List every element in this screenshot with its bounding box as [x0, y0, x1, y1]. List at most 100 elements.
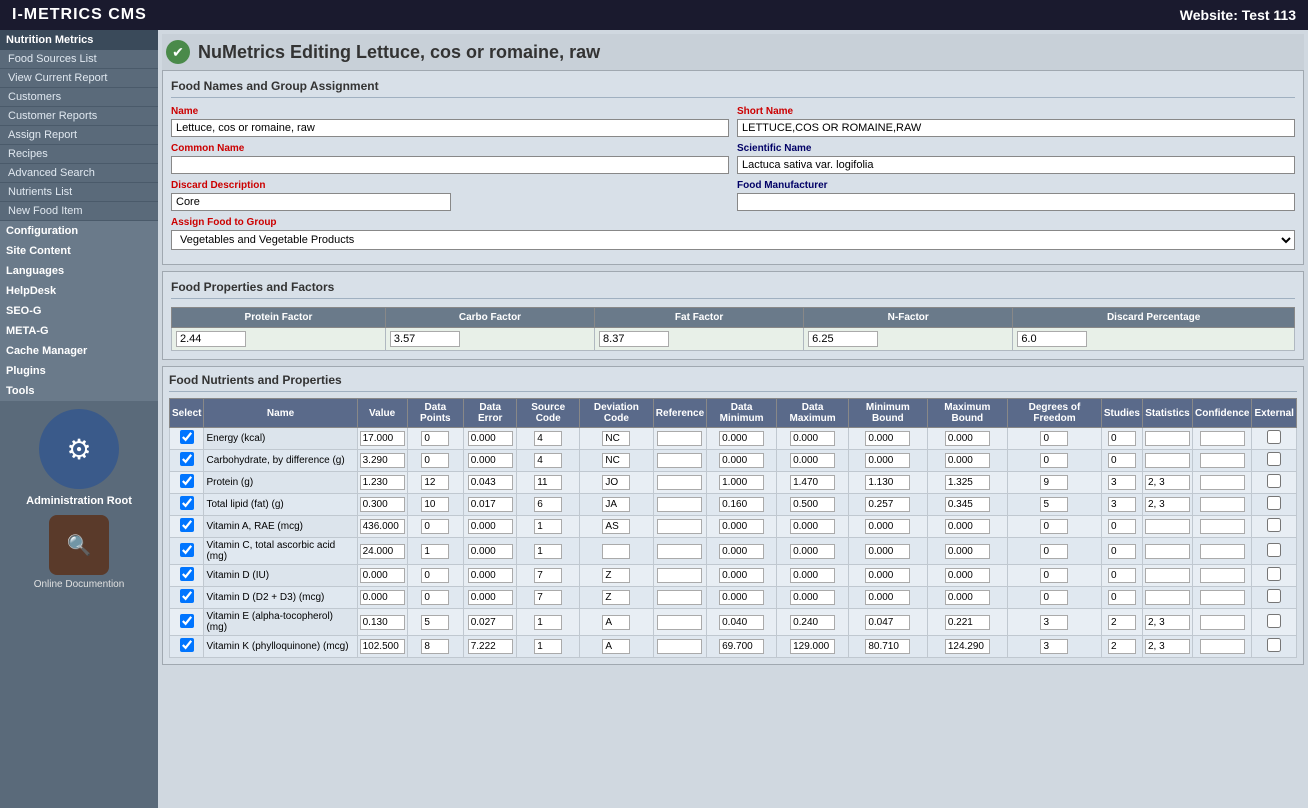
- nutrient-reference[interactable]: [657, 639, 702, 654]
- nutrient-statistics[interactable]: [1145, 453, 1190, 468]
- nutrient-data-max[interactable]: [790, 519, 835, 534]
- nutrient-studies[interactable]: [1108, 639, 1136, 654]
- nutrient-data-min[interactable]: [719, 590, 764, 605]
- nutrient-data-min[interactable]: [719, 475, 764, 490]
- discard-pct-input[interactable]: [1017, 331, 1087, 347]
- sidebar-section-config[interactable]: Configuration: [0, 221, 158, 241]
- row-checkbox[interactable]: [180, 567, 194, 581]
- nutrient-value[interactable]: [360, 453, 405, 468]
- nutrient-studies[interactable]: [1108, 615, 1136, 630]
- nutrient-confidence[interactable]: [1200, 615, 1245, 630]
- nutrient-deviation-code[interactable]: [602, 544, 630, 559]
- nutrient-reference[interactable]: [657, 431, 702, 446]
- assign-group-select[interactable]: Vegetables and Vegetable Products: [171, 230, 1295, 250]
- nutrient-data-error[interactable]: [468, 568, 513, 583]
- sidebar-item-view-report[interactable]: View Current Report: [0, 69, 158, 88]
- nutrient-confidence[interactable]: [1200, 544, 1245, 559]
- nutrient-statistics[interactable]: [1145, 475, 1190, 490]
- nutrient-dof[interactable]: [1040, 519, 1068, 534]
- nutrient-max-bound[interactable]: [945, 519, 990, 534]
- row-checkbox[interactable]: [180, 543, 194, 557]
- nutrient-source-code[interactable]: [534, 568, 562, 583]
- nutrient-external[interactable]: [1267, 543, 1281, 557]
- name-input[interactable]: [171, 119, 729, 137]
- nutrient-dof[interactable]: [1040, 568, 1068, 583]
- nutrient-deviation-code[interactable]: [602, 568, 630, 583]
- nutrient-value[interactable]: [360, 544, 405, 559]
- sidebar-item-recipes[interactable]: Recipes: [0, 145, 158, 164]
- nutrient-value[interactable]: [360, 615, 405, 630]
- nutrient-dof[interactable]: [1040, 639, 1068, 654]
- nutrient-statistics[interactable]: [1145, 497, 1190, 512]
- nutrient-value[interactable]: [360, 519, 405, 534]
- nutrient-reference[interactable]: [657, 519, 702, 534]
- nutrient-data-points[interactable]: [421, 497, 449, 512]
- nutrient-dof[interactable]: [1040, 431, 1068, 446]
- nutrient-data-error[interactable]: [468, 519, 513, 534]
- food-manufacturer-input[interactable]: [737, 193, 1295, 211]
- sidebar-item-food-sources[interactable]: Food Sources List: [0, 50, 158, 69]
- nutrient-value[interactable]: [360, 590, 405, 605]
- n-factor-input[interactable]: [808, 331, 878, 347]
- sidebar-section-meta[interactable]: META-G: [0, 321, 158, 341]
- nutrient-dof[interactable]: [1040, 590, 1068, 605]
- sidebar-section-helpdesk[interactable]: HelpDesk: [0, 281, 158, 301]
- nutrient-external[interactable]: [1267, 589, 1281, 603]
- sidebar-section-plugins[interactable]: Plugins: [0, 361, 158, 381]
- nutrient-reference[interactable]: [657, 568, 702, 583]
- nutrient-statistics[interactable]: [1145, 615, 1190, 630]
- nutrient-deviation-code[interactable]: [602, 431, 630, 446]
- nutrient-reference[interactable]: [657, 590, 702, 605]
- nutrient-data-min[interactable]: [719, 639, 764, 654]
- nutrient-reference[interactable]: [657, 544, 702, 559]
- row-checkbox[interactable]: [180, 638, 194, 652]
- nutrient-max-bound[interactable]: [945, 590, 990, 605]
- sidebar-item-assign-report[interactable]: Assign Report: [0, 126, 158, 145]
- nutrient-data-error[interactable]: [468, 544, 513, 559]
- row-checkbox[interactable]: [180, 452, 194, 466]
- nutrient-data-min[interactable]: [719, 615, 764, 630]
- nutrient-external[interactable]: [1267, 474, 1281, 488]
- nutrient-source-code[interactable]: [534, 615, 562, 630]
- nutrient-dof[interactable]: [1040, 544, 1068, 559]
- nutrient-reference[interactable]: [657, 497, 702, 512]
- row-checkbox[interactable]: [180, 496, 194, 510]
- nutrient-data-error[interactable]: [468, 475, 513, 490]
- nutrient-min-bound[interactable]: [865, 431, 910, 446]
- nutrient-value[interactable]: [360, 475, 405, 490]
- protein-factor-input[interactable]: [176, 331, 246, 347]
- common-name-input[interactable]: [171, 156, 729, 174]
- row-checkbox[interactable]: [180, 518, 194, 532]
- nutrient-source-code[interactable]: [534, 639, 562, 654]
- nutrient-data-min[interactable]: [719, 497, 764, 512]
- nutrient-external[interactable]: [1267, 518, 1281, 532]
- nutrient-max-bound[interactable]: [945, 475, 990, 490]
- nutrient-max-bound[interactable]: [945, 431, 990, 446]
- nutrient-min-bound[interactable]: [865, 475, 910, 490]
- nutrient-source-code[interactable]: [534, 519, 562, 534]
- nutrient-external[interactable]: [1267, 452, 1281, 466]
- nutrient-min-bound[interactable]: [865, 519, 910, 534]
- nutrient-reference[interactable]: [657, 453, 702, 468]
- nutrient-source-code[interactable]: [534, 497, 562, 512]
- nutrient-data-max[interactable]: [790, 639, 835, 654]
- sidebar-item-customer-reports[interactable]: Customer Reports: [0, 107, 158, 126]
- nutrient-dof[interactable]: [1040, 475, 1068, 490]
- sidebar-item-customers[interactable]: Customers: [0, 88, 158, 107]
- nutrient-max-bound[interactable]: [945, 453, 990, 468]
- nutrient-data-min[interactable]: [719, 568, 764, 583]
- nutrient-min-bound[interactable]: [865, 590, 910, 605]
- nutrient-value[interactable]: [360, 497, 405, 512]
- nutrient-data-max[interactable]: [790, 590, 835, 605]
- nutrient-external[interactable]: [1267, 614, 1281, 628]
- sidebar-section-cache[interactable]: Cache Manager: [0, 341, 158, 361]
- nutrient-studies[interactable]: [1108, 568, 1136, 583]
- nutrient-deviation-code[interactable]: [602, 639, 630, 654]
- nutrient-studies[interactable]: [1108, 453, 1136, 468]
- nutrient-data-points[interactable]: [421, 639, 449, 654]
- sidebar-item-nutrients-list[interactable]: Nutrients List: [0, 183, 158, 202]
- nutrient-deviation-code[interactable]: [602, 497, 630, 512]
- nutrient-max-bound[interactable]: [945, 615, 990, 630]
- nutrient-studies[interactable]: [1108, 497, 1136, 512]
- carbo-factor-input[interactable]: [390, 331, 460, 347]
